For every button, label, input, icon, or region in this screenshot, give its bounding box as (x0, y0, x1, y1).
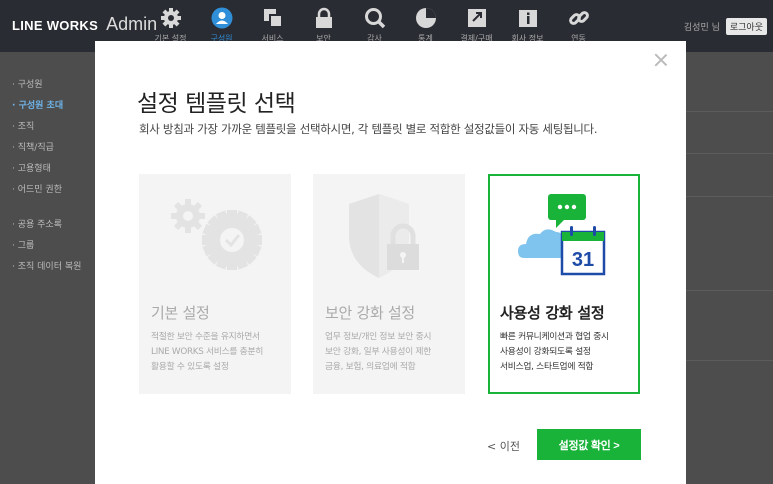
info-icon (517, 7, 539, 29)
confirm-settings-button[interactable]: 설정값 확인 > (537, 429, 641, 460)
close-icon[interactable] (654, 53, 668, 67)
prev-button[interactable]: < 이전 (487, 438, 520, 454)
upload-icon (466, 7, 488, 29)
calendar-number: 31 (572, 249, 594, 271)
sidebar-item-invite[interactable]: · 구성원 초대 (0, 96, 95, 117)
card-description-line: 서비스업, 스타트업에 적합 (500, 362, 594, 372)
gears-icon (139, 174, 291, 294)
card-description-line: 사용성이 강화되도록 설정 (500, 347, 591, 357)
sidebar-item-label: 어드민 권한 (17, 185, 62, 195)
user-name[interactable]: 김성민 님 (684, 20, 720, 33)
divider (686, 153, 773, 154)
template-card-basic[interactable]: 기본 설정 적절한 보안 수준을 유지하면서 LINE WORKS 서비스를 충… (139, 174, 291, 394)
user-icon (211, 7, 233, 29)
modal-title: 설정 템플릿 선택 (137, 91, 296, 117)
sidebar-item-employment[interactable]: · 고용형태 (0, 159, 95, 180)
sidebar-item-label: 구성원 (17, 80, 43, 90)
card-description-line: 활용할 수 있도록 설정 (151, 362, 229, 372)
card-description-line: 금융, 보험, 의료업에 적합 (325, 362, 416, 372)
card-description-line: 보안 강화, 일부 사용성이 제한 (325, 347, 431, 357)
chart-icon (415, 7, 437, 29)
card-description: 적절한 보안 수준을 유지하면서 LINE WORKS 서비스를 충분히 활용할… (151, 330, 263, 375)
sidebar-item-shared-contacts[interactable]: · 공용 주소록 (0, 215, 95, 236)
sidebar-item-org[interactable]: · 조직 (0, 117, 95, 138)
copy-icon (262, 7, 284, 29)
card-description-line: 업무 정보/개인 정보 보안 중시 (325, 332, 432, 342)
lock-icon (313, 7, 335, 29)
sidebar-item-restore[interactable]: · 조직 데이터 복원 (0, 257, 95, 278)
shield-lock-icon (313, 174, 465, 294)
divider (686, 111, 773, 112)
template-card-security[interactable]: 보안 강화 설정 업무 정보/개인 정보 보안 중시 보안 강화, 일부 사용성… (313, 174, 465, 394)
card-title: 기본 설정 (151, 304, 210, 322)
brand-name: LINE WORKS (12, 18, 99, 33)
card-description: 빠른 커뮤니케이션과 협업 중시 사용성이 강화되도록 설정 서비스업, 스타트… (500, 330, 609, 375)
search-icon (364, 7, 386, 29)
divider (686, 196, 773, 197)
modal-subtitle: 회사 방침과 가장 가까운 템플릿을 선택하시면, 각 템플릿 별로 적합한 설… (139, 122, 598, 136)
divider (686, 290, 773, 291)
card-description-line: LINE WORKS 서비스를 충분히 (151, 347, 264, 357)
card-title: 사용성 강화 설정 (500, 304, 605, 322)
sidebar-item-label: 조직 데이터 복원 (17, 262, 82, 272)
logout-button[interactable]: 로그아웃 (725, 18, 767, 35)
card-description-line: 적절한 보안 수준을 유지하면서 (151, 332, 260, 342)
gear-icon (160, 7, 182, 29)
sidebar-item-label: 고용형태 (17, 164, 51, 174)
sidebar-item-admin-roles[interactable]: · 어드민 권한 (0, 180, 95, 201)
card-title: 보안 강화 설정 (325, 304, 415, 322)
sidebar: · 구성원 · 구성원 초대 · 조직 · 직책/직급 · 고용형태 · 어드민… (0, 52, 95, 278)
logo[interactable]: LINE WORKS Admin (12, 14, 157, 35)
sidebar-item-label: 직책/직급 (17, 143, 54, 153)
sidebar-item-members[interactable]: · 구성원 (0, 75, 95, 96)
link-icon (568, 7, 590, 29)
template-select-modal: 설정 템플릿 선택 회사 방침과 가장 가까운 템플릿을 선택하시면, 각 템플… (95, 41, 686, 484)
card-description: 업무 정보/개인 정보 보안 중시 보안 강화, 일부 사용성이 제한 금융, … (325, 330, 431, 375)
card-description-line: 빠른 커뮤니케이션과 협업 중시 (500, 332, 609, 342)
sidebar-item-label: 그룹 (17, 241, 35, 251)
sidebar-item-positions[interactable]: · 직책/직급 (0, 138, 95, 159)
sidebar-item-label: 구성원 초대 (18, 101, 64, 111)
divider (686, 360, 773, 361)
sidebar-item-label: 공용 주소록 (17, 220, 62, 230)
user-area: 김성민 님 로그아웃 (684, 18, 767, 35)
template-card-usability[interactable]: 31 사용성 강화 설정 빠른 커뮤니케이션과 협업 중시 사용성이 강화되도록… (488, 174, 640, 394)
chat-calendar-icon: 31 (490, 176, 638, 296)
sidebar-item-label: 조직 (17, 122, 35, 132)
sidebar-item-groups[interactable]: · 그룹 (0, 236, 95, 257)
